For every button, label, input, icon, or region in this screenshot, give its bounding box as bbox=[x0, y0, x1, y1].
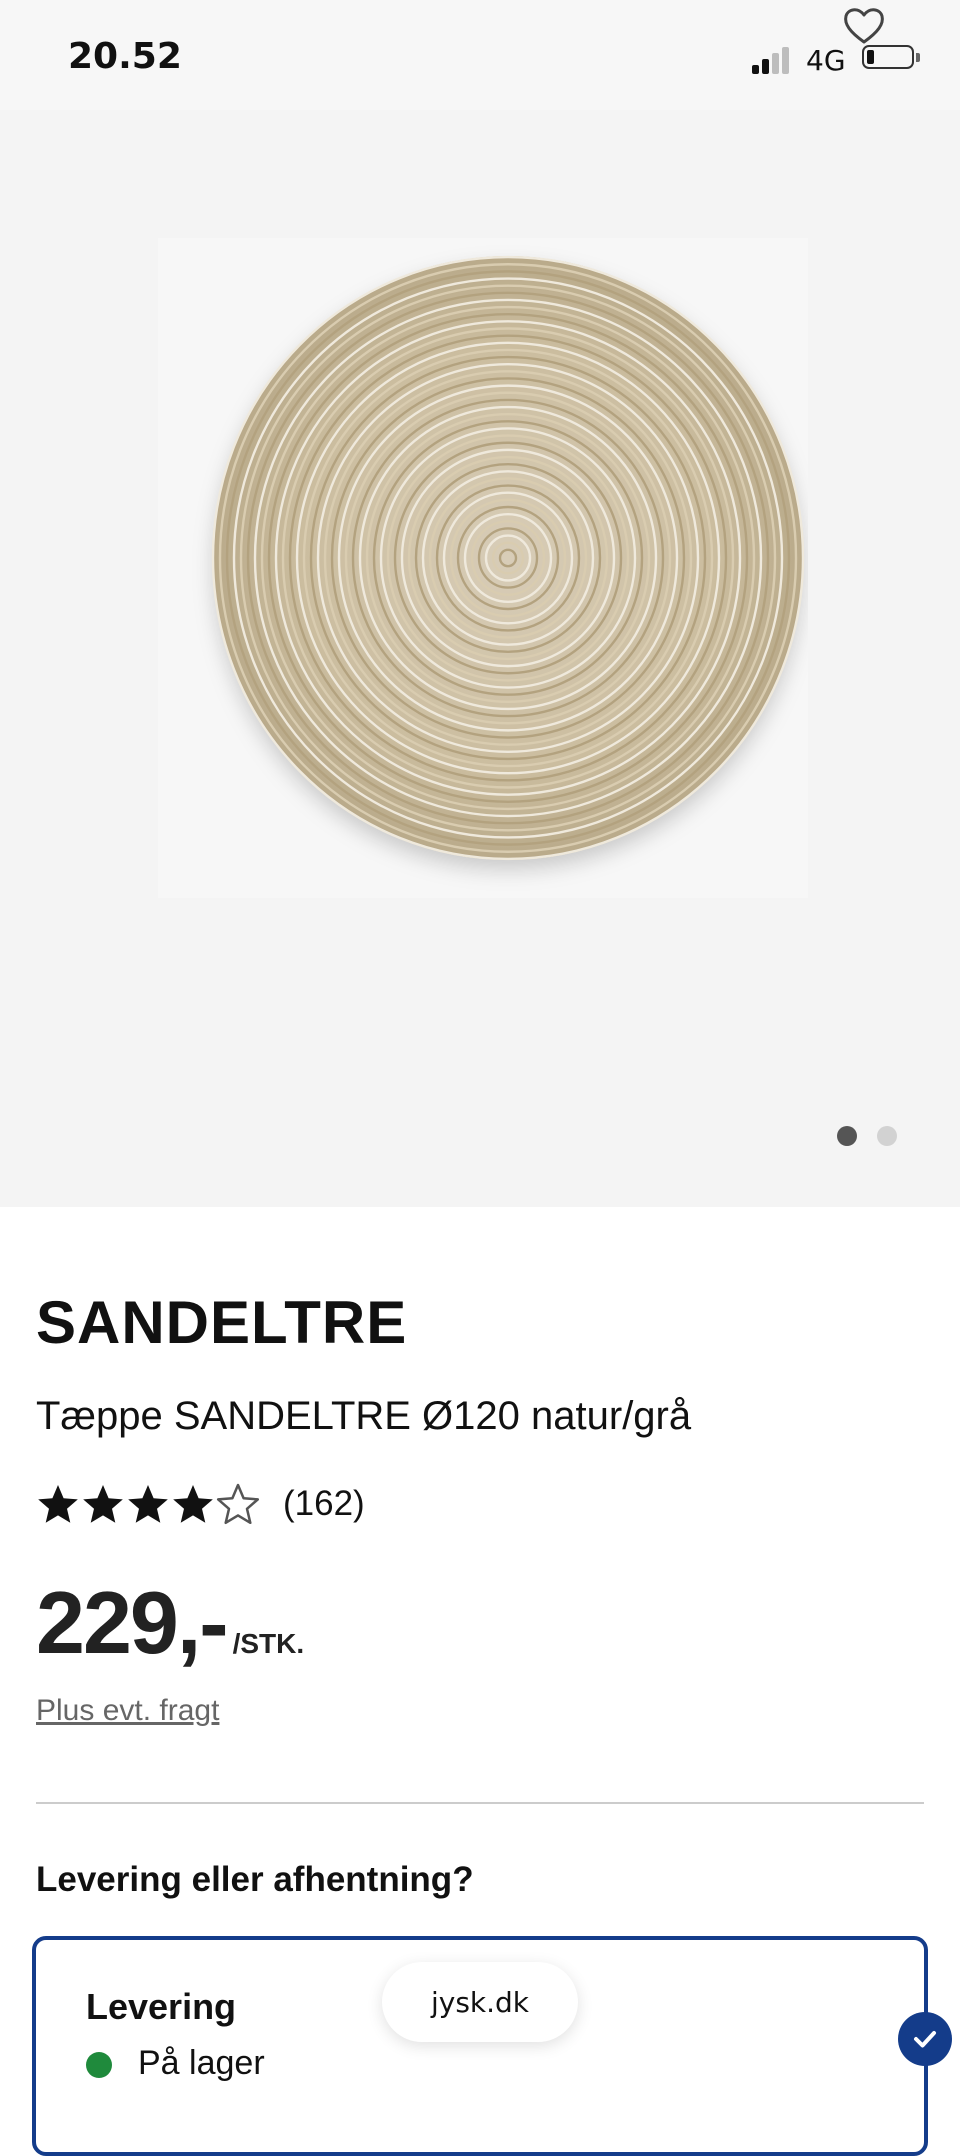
carousel-dot-2[interactable] bbox=[877, 1126, 897, 1146]
signal-bar bbox=[772, 53, 779, 74]
product-brand-title: SANDELTRE bbox=[36, 1289, 408, 1356]
rating-stars[interactable]: (162) bbox=[36, 1480, 365, 1528]
stock-status: På lager bbox=[138, 2044, 265, 2082]
price-unit: /STK. bbox=[232, 1628, 305, 1659]
star-filled-icon bbox=[38, 1485, 78, 1523]
product-price: 229,- bbox=[36, 1573, 229, 1672]
selected-check-icon bbox=[898, 2012, 952, 2066]
review-count[interactable]: (162) bbox=[283, 1484, 365, 1524]
in-stock-indicator bbox=[86, 2052, 112, 2078]
star-filled-icon bbox=[128, 1485, 168, 1523]
shipping-cost-link[interactable]: Plus evt. fragt bbox=[36, 1694, 219, 1728]
product-name: Tæppe SANDELTRE Ø120 natur/grå bbox=[36, 1394, 692, 1438]
browser-url-pill[interactable]: jysk.dk bbox=[382, 1962, 578, 2042]
heart-outline-icon bbox=[844, 8, 884, 44]
star-filled-icon bbox=[83, 1485, 123, 1523]
carousel-dot-1[interactable] bbox=[837, 1126, 857, 1146]
favorite-heart-icon[interactable] bbox=[840, 2, 888, 50]
star-empty-icon bbox=[216, 1483, 260, 1525]
signal-bar bbox=[782, 47, 789, 74]
battery-tip bbox=[916, 53, 920, 62]
section-divider bbox=[36, 1802, 924, 1804]
delivery-option-title: Levering bbox=[86, 1986, 237, 2027]
status-bar: 20.52 4G bbox=[0, 0, 960, 110]
battery-level-fill bbox=[867, 50, 874, 64]
checkmark-icon bbox=[914, 2031, 936, 2048]
status-time: 20.52 bbox=[68, 36, 182, 77]
star-filled-icon bbox=[173, 1485, 213, 1523]
signal-bar bbox=[752, 65, 759, 74]
price-row: 229,- /STK. bbox=[36, 1572, 304, 1674]
product-image bbox=[158, 238, 808, 898]
product-image-gallery[interactable] bbox=[0, 110, 960, 1207]
delivery-heading: Levering eller afhentning? bbox=[36, 1860, 474, 1899]
signal-strength-icon bbox=[752, 44, 796, 74]
signal-bar bbox=[762, 59, 769, 74]
